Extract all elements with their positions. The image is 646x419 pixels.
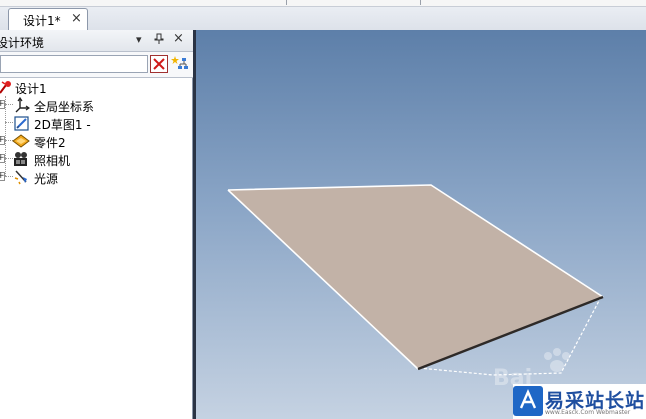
tab-design1[interactable]: 设计1* ×: [8, 8, 88, 30]
clear-filter-button[interactable]: [150, 55, 168, 73]
pin-icon[interactable]: [154, 33, 164, 48]
panel-title: 设计环境: [0, 36, 45, 50]
watermark-badge-icon: [513, 386, 543, 416]
filter-input[interactable]: [0, 55, 148, 73]
part-icon: [12, 133, 30, 149]
expand-icon[interactable]: +: [0, 136, 5, 145]
tab-label: 设计1*: [23, 14, 61, 28]
hierarchy-star-icon: [171, 56, 188, 69]
camera-icon: [13, 151, 29, 167]
tree-item-label: 全局坐标系: [34, 100, 95, 114]
tree-item-label: 光源: [34, 172, 59, 186]
expand-icon[interactable]: +: [0, 154, 5, 163]
axis-icon: [14, 96, 31, 113]
red-x-icon: [153, 58, 165, 70]
design-tree: 设计1 + 全局坐标系 2D草图1 - + 零件2 + 照相机 + 光源: [0, 78, 190, 418]
tree-item-camera[interactable]: + 照相机: [0, 150, 190, 168]
viewport-scene: Bai: [227, 184, 604, 391]
menu-divider: [420, 0, 421, 5]
light-icon: [13, 169, 29, 185]
tree-item-label: 2D草图1 -: [34, 118, 91, 132]
tree-item-label: 设计1: [15, 82, 47, 96]
expand-icon[interactable]: +: [0, 100, 5, 109]
panel-close-icon[interactable]: ×: [173, 31, 184, 46]
panel-toolbar: [0, 52, 193, 78]
3d-viewport[interactable]: Bai: [193, 30, 646, 419]
tree-item-2d-sketch[interactable]: 2D草图1 -: [0, 114, 190, 132]
tree-item-label: 零件2: [34, 136, 66, 150]
design-environment-panel: 设计环境 ▾ × 设计1 + 全局坐标系 2D草图1 - + 零件2 + 照相机…: [0, 30, 193, 419]
expand-icon[interactable]: +: [0, 172, 5, 181]
plane-surface[interactable]: [228, 185, 603, 369]
menu-remnant-line: [0, 0, 646, 7]
tree-item-label: 照相机: [34, 154, 71, 168]
panel-menu-icon[interactable]: ▾: [136, 33, 142, 46]
panel-header: 设计环境 ▾ ×: [0, 30, 193, 52]
design-root-icon: [0, 79, 14, 95]
tree-item-global-coordinate[interactable]: + 全局坐标系: [0, 96, 190, 114]
tree-item-light[interactable]: + 光源: [0, 168, 190, 186]
tree-item-design1[interactable]: 设计1: [0, 78, 190, 96]
site-watermark: 易采站长站 www.Easck.Com Webmaster: [513, 384, 646, 419]
sketch-icon: [14, 115, 30, 131]
tab-close-icon[interactable]: ×: [71, 11, 82, 26]
tree-options-button[interactable]: [171, 55, 189, 73]
menu-divider: [286, 0, 287, 5]
watermark-subtext: www.Easck.Com Webmaster: [545, 409, 631, 416]
tree-item-part2[interactable]: + 零件2: [0, 132, 190, 150]
document-tab-strip: 设计1* ×: [0, 0, 646, 31]
viewport-frame: [193, 30, 196, 419]
